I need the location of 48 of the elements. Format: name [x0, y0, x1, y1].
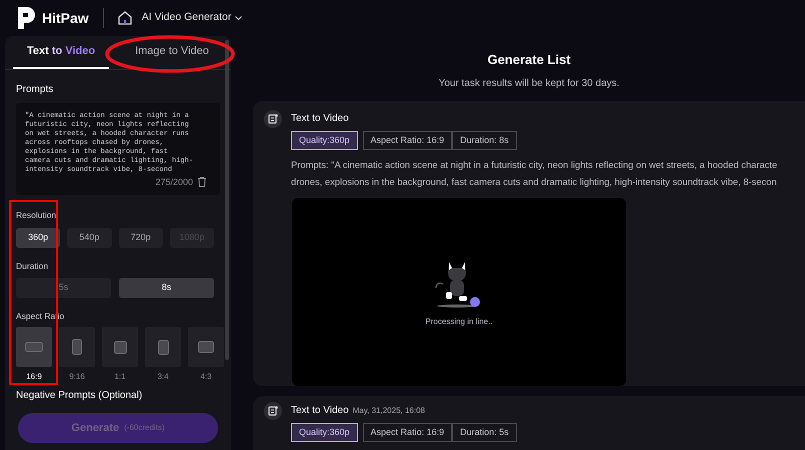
aspect-shape-icon	[25, 342, 43, 352]
trash-icon	[198, 177, 206, 188]
task-date: May, 31,2025, 16:08	[352, 404, 425, 416]
aspect-ratio-label: 9:16	[69, 371, 85, 384]
task-title: Text to Video	[291, 112, 349, 126]
duration-option[interactable]: 5s	[16, 278, 111, 298]
tab[interactable]: Text to Video	[13, 36, 110, 69]
resolution-option[interactable]: 540p	[67, 228, 112, 248]
section-label: Negative Prompts (Optional)	[16, 389, 144, 404]
logo-icon	[16, 7, 36, 29]
tag: Aspect Ratio: 16:9	[362, 130, 452, 150]
character-count: 275/2000	[155, 176, 193, 188]
tag: Quality:360p	[291, 130, 358, 150]
list-title: Generate List	[486, 51, 572, 69]
tag: Duration: 5s	[452, 422, 517, 442]
aspect-ratio-option[interactable]	[145, 327, 181, 368]
aspect-ratio-option[interactable]	[188, 327, 224, 368]
task-icon	[264, 110, 282, 128]
app-menu[interactable]: AI Video Generator	[142, 10, 242, 26]
brand-name: HitPaw	[42, 8, 89, 28]
status-text: Processing in line..	[425, 316, 493, 328]
aspect-shape-icon	[72, 339, 82, 356]
aspect-ratio-option[interactable]	[16, 327, 52, 368]
list-subtitle: Your task results will be kept for 30 days.	[438, 76, 620, 90]
prompt-text-line: drones, explosions in the background, fast camera cuts and dramatic lighting, high-intensity soundtrack vibe, 8-secon	[291, 175, 778, 190]
task-title: Text to Video	[291, 404, 349, 418]
tag: Duration: 8s	[452, 130, 517, 150]
aspect-ratio-option[interactable]	[59, 327, 95, 368]
prompt-text-line: Prompts: "A cinematic action scene at night in a futuristic city, neon lights reflecting on wet streets, a hooded characte	[291, 158, 778, 172]
aspect-ratio-option[interactable]	[102, 327, 138, 368]
aspect-ratio-label: 16:9	[26, 371, 42, 384]
aspect-ratio-label: 3:4	[157, 371, 169, 384]
duration-option[interactable]: 8s	[119, 278, 214, 298]
aspect-ratio-label: 1:1	[114, 371, 126, 384]
aspect-ratio-label: 4:3	[200, 371, 212, 384]
home-icon	[118, 11, 132, 25]
tag: Quality:360p	[291, 422, 358, 442]
resolution-option[interactable]: 720p	[118, 228, 163, 248]
aspect-shape-icon	[158, 340, 168, 355]
section-label: Duration	[16, 260, 50, 272]
section-label: Prompts	[16, 83, 54, 97]
task-icon	[264, 402, 282, 420]
tag: Aspect Ratio: 16:9	[362, 422, 452, 442]
aspect-shape-icon	[198, 341, 214, 354]
aspect-shape-icon	[114, 340, 126, 354]
section-label: Resolution	[16, 209, 58, 222]
resolution-option[interactable]: 360p	[16, 228, 60, 248]
caret-icon	[235, 16, 242, 20]
